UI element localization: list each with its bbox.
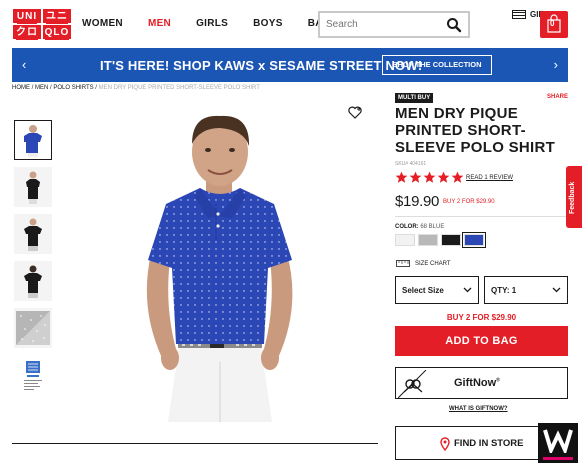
shop-collection-button[interactable]: SHOP THE COLLECTION (382, 55, 492, 75)
nav-item-women[interactable]: WOMEN (82, 18, 123, 29)
site-header: UNI ユニ クロ QLO WOMEN MEN GIRLS BOYS BABY … (0, 0, 582, 46)
thumbnail-fabric-detail[interactable] (14, 308, 52, 348)
breadcrumb-polo-shirts[interactable]: POLO SHIRTS (53, 85, 93, 91)
watermark-logo (538, 423, 578, 463)
logo-cell: UNI (16, 8, 38, 24)
feedback-tab[interactable]: Feedback (566, 166, 582, 228)
banner-text: IT'S HERE! SHOP KAWS x SESAME STREET NOW… (100, 58, 423, 73)
multi-buy-promo: BUY 2 FOR $29.90 (446, 313, 517, 322)
quantity-select[interactable]: QTY: 1 (484, 276, 568, 304)
find-in-store-label: FIND IN STORE (454, 438, 524, 449)
model-photo (146, 115, 293, 422)
star-icon (437, 171, 450, 183)
search-input[interactable] (320, 13, 440, 35)
swatch-white[interactable] (395, 234, 415, 246)
price-promo-text: BUY 2 FOR $29.90 (443, 199, 495, 205)
breadcrumb-current: MEN DRY PIQUE PRINTED SHORT-SLEEVE POLO … (98, 85, 260, 91)
search-box (318, 11, 470, 38)
cart-count: 0 (550, 19, 555, 28)
thumbnail-black-shirt-side[interactable] (14, 167, 52, 207)
swatch-gray[interactable] (418, 234, 438, 246)
product-price: $19.90 (395, 193, 440, 210)
gift-ribbon-icon (398, 370, 427, 398)
logo-cell: ユニ (46, 8, 68, 24)
read-review-link[interactable]: READ 1 REVIEW (466, 175, 513, 181)
size-chart-link[interactable]: SIZE CHART (396, 260, 451, 267)
breadcrumb-home[interactable]: HOME (12, 85, 30, 91)
multi-buy-badge: MULTI BUY (395, 93, 434, 103)
giftnow-button[interactable]: GiftNow® (395, 367, 568, 399)
color-label: COLOR: 68 BLUE (395, 224, 444, 230)
chevron-down-icon (463, 287, 472, 293)
thumbnail-black-shirt-front[interactable] (14, 214, 52, 254)
share-link[interactable]: SHARE (547, 94, 568, 100)
nav-item-girls[interactable]: GIRLS (196, 18, 228, 29)
star-icon (409, 171, 422, 183)
promo-banner[interactable]: ‹ IT'S HERE! SHOP KAWS x SESAME STREET N… (12, 48, 568, 82)
giftnow-text: GiftNow (454, 377, 497, 389)
thumbnail-blue-shirt[interactable] (14, 120, 52, 160)
size-select[interactable]: Select Size (395, 276, 479, 304)
watermark-bar (543, 457, 573, 460)
banner-prev-icon[interactable]: ‹ (22, 57, 26, 72)
thumbnail-list (14, 120, 56, 402)
thumbnail-black-shirt-back[interactable] (14, 261, 52, 301)
wishlist-heart-icon[interactable] (348, 106, 362, 119)
color-swatches (395, 232, 487, 248)
color-label-key: COLOR: (395, 224, 419, 230)
registered-mark: ® (496, 377, 500, 384)
size-chart-label: SIZE CHART (415, 260, 451, 267)
product-title: MEN DRY PIQUE PRINTED SHORT-SLEEVE POLO … (395, 105, 556, 156)
color-label-value: 68 BLUE (420, 224, 445, 230)
star-icon (395, 171, 408, 183)
logo-cell: QLO (44, 24, 70, 40)
quantity-select-value: QTY: 1 (491, 285, 517, 295)
star-icon (451, 171, 464, 183)
giftnow-label: GiftNow® (454, 377, 500, 389)
banner-next-icon[interactable]: › (554, 57, 558, 72)
ruler-icon (396, 260, 410, 267)
divider (395, 216, 568, 217)
location-pin-icon (440, 437, 450, 451)
thumbnail-care-label[interactable] (14, 355, 52, 395)
feedback-label: Feedback (569, 181, 576, 214)
add-to-bag-button[interactable]: ADD TO BAG (395, 326, 568, 356)
product-main-image[interactable] (60, 100, 378, 422)
breadcrumb: HOME / MEN / POLO SHIRTS / MEN DRY PIQUE… (12, 85, 260, 91)
chevron-down-icon (552, 287, 561, 293)
search-icon[interactable] (446, 17, 462, 33)
product-sku: SKU# 404161 (395, 161, 427, 167)
flag-icon[interactable] (512, 10, 526, 19)
cart-button[interactable]: 0 (540, 11, 568, 38)
logo-cell: クロ (16, 24, 38, 40)
uniqlo-logo[interactable]: UNI ユニ クロ QLO (12, 8, 72, 40)
nav-item-boys[interactable]: BOYS (253, 18, 283, 29)
section-divider (12, 443, 378, 444)
swatch-blue[interactable] (462, 232, 486, 248)
swatch-black[interactable] (441, 234, 461, 246)
star-icon (423, 171, 436, 183)
size-select-value: Select Size (402, 285, 444, 295)
nav-item-men[interactable]: MEN (148, 18, 171, 29)
breadcrumb-men[interactable]: MEN (35, 85, 48, 91)
what-is-giftnow-link[interactable]: WHAT IS GIFTNOW? (449, 406, 508, 412)
w-logo-icon (543, 429, 573, 453)
star-rating (395, 171, 465, 184)
